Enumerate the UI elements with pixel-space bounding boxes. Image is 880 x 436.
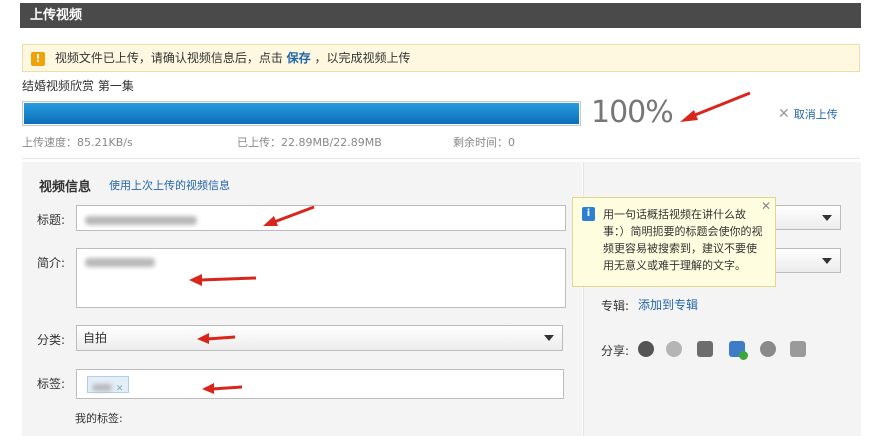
annotation-arrow [202, 383, 243, 394]
section-title: 视频信息 [39, 180, 92, 195]
share-douban-icon[interactable] [790, 341, 806, 357]
notice-text-suffix: ，以完成视频上传 [314, 51, 411, 65]
close-icon[interactable]: ✕ [761, 198, 771, 215]
page-header: 上传视频 [20, 3, 861, 28]
blurred-text [92, 384, 112, 391]
chevron-down-icon [822, 214, 832, 221]
title-label: 标题: [37, 213, 66, 227]
tag-chip[interactable]: ✕ [87, 376, 129, 394]
annotation-arrow [680, 91, 751, 122]
cancel-x-icon: ✕ [778, 106, 790, 122]
cancel-upload-label: 取消上传 [793, 108, 838, 121]
title-tooltip: i ✕ 用一句话概括视频在讲什么故事：）简明扼要的标题会使你的视频更容易被搜索到… [572, 197, 776, 287]
chevron-down-icon [544, 335, 554, 341]
annotation-arrow [197, 333, 236, 344]
chevron-down-icon [822, 257, 832, 264]
category-label: 分类: [37, 333, 66, 347]
blurred-text [85, 216, 197, 225]
share-qq-icon[interactable] [697, 341, 713, 357]
share-renren-icon[interactable] [638, 341, 654, 357]
uploaded-size: 已上传：22.89MB/22.89MB [237, 136, 382, 149]
video-file-name: 结婚视频欣赏 第一集 [22, 79, 134, 93]
upload-speed: 上传速度：85.21KB/s [22, 136, 133, 149]
upload-notice: ! 视频文件已上传，请确认视频信息后，点击 保存 ，以完成视频上传 [22, 44, 860, 72]
category-select[interactable]: 自拍 [76, 325, 563, 351]
add-to-album-link[interactable]: 添加到专辑 [638, 296, 698, 313]
album-label: 专辑: [601, 299, 630, 313]
annotation-arrow [189, 274, 257, 286]
tag-remove-icon[interactable]: ✕ [116, 384, 124, 394]
share-weibo-icon[interactable] [666, 341, 682, 357]
notice-text: 视频文件已上传，请确认视频信息后，点击 [54, 51, 283, 65]
share-label: 分享: [601, 344, 630, 358]
my-tags-label: 我的标签: [75, 412, 123, 425]
share-qzone-icon[interactable] [729, 341, 748, 360]
remaining-time: 剩余时间：0 [453, 136, 515, 149]
notice-save-link[interactable]: 保存 [287, 51, 311, 65]
title-input[interactable] [76, 205, 566, 231]
info-icon: i [582, 207, 595, 221]
cancel-upload-button[interactable]: ✕ 取消上传 [778, 106, 838, 122]
category-value: 自拍 [83, 331, 108, 345]
blurred-text [85, 258, 155, 267]
tooltip-text: 用一句话概括视频在讲什么故事：）简明扼要的标题会使你的视频更容易被搜索到，建议不… [603, 208, 763, 272]
annotation-arrow [263, 205, 315, 226]
page-title: 上传视频 [30, 8, 83, 23]
reuse-info-link[interactable]: 使用上次上传的视频信息 [109, 177, 230, 193]
intro-label: 简介: [37, 256, 66, 270]
warning-icon: ! [31, 51, 45, 66]
progress-bar [22, 101, 581, 126]
divider [22, 158, 860, 159]
checkmark-icon [739, 351, 748, 360]
intro-textarea[interactable] [76, 248, 566, 308]
tags-label: 标签: [37, 377, 66, 391]
progress-fill [24, 103, 579, 124]
tags-input[interactable]: ✕ [76, 369, 564, 399]
share-kaixin-icon[interactable] [760, 341, 776, 357]
progress-percent: 100% [591, 95, 674, 130]
